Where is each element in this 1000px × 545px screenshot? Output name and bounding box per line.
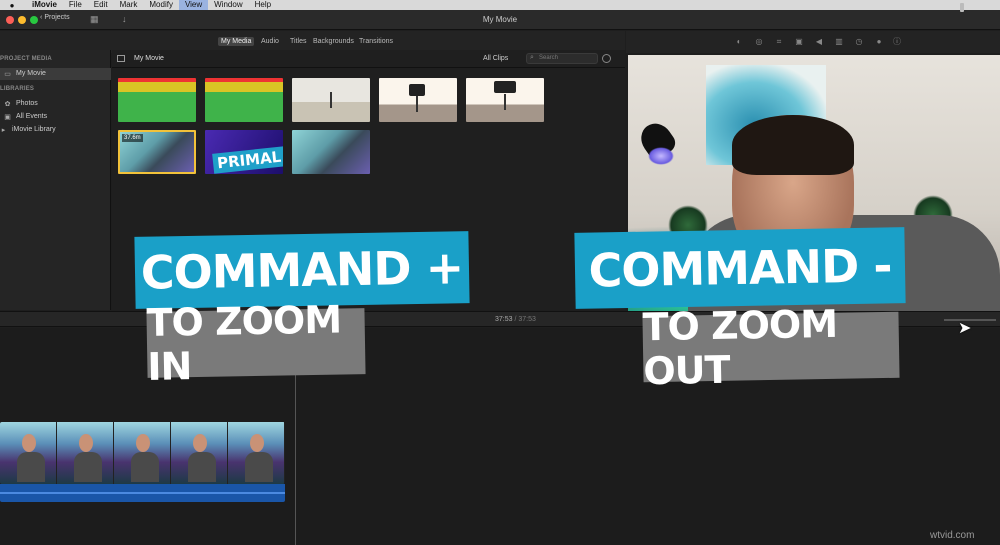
library-sidebar: PROJECT MEDIA ▭ My Movie LIBRARIES ✿ Pho…: [0, 50, 111, 310]
timeline-video-clip[interactable]: [0, 422, 285, 484]
project-media-header: PROJECT MEDIA: [0, 56, 52, 62]
sidebar-item-photos[interactable]: ✿ Photos: [0, 98, 111, 110]
tripod-shape: [504, 94, 506, 110]
primal-title-text: PRIMAL: [212, 146, 283, 174]
tab-backgrounds[interactable]: Backgrounds: [310, 37, 357, 46]
clip-thumbnail[interactable]: [292, 130, 370, 174]
speed-icon[interactable]: ◷: [854, 37, 864, 47]
search-input[interactable]: Search: [526, 53, 598, 64]
menu-file[interactable]: File: [63, 0, 88, 10]
clip-thumbnail-selected[interactable]: 37.6m: [118, 130, 196, 174]
caption-command-minus: COMMAND -: [574, 227, 906, 309]
menu-window[interactable]: Window: [208, 0, 248, 10]
clip-thumbnail[interactable]: [466, 78, 544, 122]
browser-header: My Movie All Clips Search ⌕: [112, 50, 625, 68]
current-time: 37:53: [495, 316, 513, 323]
clip-frame: [114, 422, 171, 484]
tab-titles[interactable]: Titles: [287, 37, 309, 46]
clip-duration-badge: 37.6m: [122, 134, 143, 142]
timeline-audio-waveform[interactable]: [0, 484, 285, 502]
phone-shape: [494, 81, 516, 93]
menu-bar: ● iMovie File Edit Mark Modify View Wind…: [0, 0, 1000, 10]
sidebar-toggle-icon[interactable]: [117, 55, 125, 62]
caption-zoom-in: TO ZOOM IN: [146, 298, 366, 389]
menu-help[interactable]: Help: [249, 0, 277, 10]
sidebar-item-label: All Events: [16, 113, 48, 120]
photos-icon: ✿: [4, 100, 11, 108]
phone-shape: [409, 84, 425, 96]
clip-frame: [171, 422, 228, 484]
clip-filter-icon[interactable]: ●: [874, 37, 884, 47]
crop-icon[interactable]: ⌗: [774, 37, 784, 47]
info-icon[interactable]: ⓘ: [892, 37, 902, 47]
color-correction-icon[interactable]: ◎: [754, 37, 764, 47]
search-icon: ⌕: [530, 54, 534, 61]
tripod-shape: [416, 96, 418, 112]
menu-imovie[interactable]: iMovie: [26, 0, 63, 10]
time-separator: /: [514, 316, 517, 323]
film-icon: ▭: [4, 70, 11, 78]
color-balance-icon[interactable]: ◐: [734, 37, 744, 47]
clip-thumbnail[interactable]: PRIMAL: [205, 130, 283, 174]
clip-frame: [228, 422, 285, 484]
clip-thumbnail[interactable]: [118, 78, 196, 122]
sidebar-item-my-movie[interactable]: ▭ My Movie: [0, 68, 111, 80]
clip-thumbnail[interactable]: [292, 78, 370, 122]
mouse-cursor-icon: ➤: [958, 320, 972, 337]
menu-mark[interactable]: Mark: [114, 0, 144, 10]
tab-my-media[interactable]: My Media: [218, 37, 255, 46]
window-toolbar: ‹ Projects ▦ ↓ My Movie: [0, 10, 1000, 30]
sidebar-item-label: My Movie: [16, 70, 46, 77]
menu-modify[interactable]: Modify: [143, 0, 179, 10]
clip-frame: [0, 422, 57, 484]
tab-transitions[interactable]: Transitions: [356, 37, 396, 46]
zoom-slider-handle[interactable]: [960, 3, 964, 12]
volume-icon[interactable]: ◀: [814, 37, 824, 47]
lamp-glow: [648, 147, 674, 165]
sidebar-item-label: Photos: [16, 100, 38, 107]
presenter-hair: [732, 115, 854, 175]
tab-audio[interactable]: Audio: [258, 37, 282, 46]
sidebar-item-imovie-library[interactable]: ▸ iMovie Library: [0, 124, 111, 136]
apple-icon[interactable]: ●: [8, 1, 16, 10]
sidebar-item-label: iMovie Library: [12, 126, 56, 133]
clip-frame: [57, 422, 114, 484]
timecode-display: 37:53 / 37:53: [495, 316, 536, 323]
disclosure-triangle-icon[interactable]: ▸: [0, 127, 7, 134]
menu-view[interactable]: View: [178, 0, 209, 10]
gear-icon[interactable]: [602, 54, 611, 63]
window-title: My Movie: [482, 15, 518, 24]
clip-filter-select[interactable]: All Clips: [483, 55, 508, 62]
events-icon: ▣: [4, 113, 11, 121]
watermark: wtvid.com: [930, 530, 975, 541]
sidebar-item-all-events[interactable]: ▣ All Events: [0, 111, 111, 123]
browser-title: My Movie: [134, 55, 164, 62]
stabilization-icon[interactable]: ▣: [794, 37, 804, 47]
tripod-shape: [330, 92, 332, 108]
total-time: 37:53: [518, 316, 536, 323]
caption-zoom-out: TO ZOOM OUT: [642, 302, 900, 393]
noise-reduction-icon[interactable]: ▥: [834, 37, 844, 47]
libraries-header: LIBRARIES: [0, 86, 35, 92]
clip-thumbnail[interactable]: [379, 78, 457, 122]
menu-edit[interactable]: Edit: [88, 0, 114, 10]
clip-thumbnail[interactable]: [205, 78, 283, 122]
viewer-toolbar: ◐ ◎ ⌗ ▣ ◀ ▥ ◷ ● ⓘ: [626, 31, 1000, 53]
